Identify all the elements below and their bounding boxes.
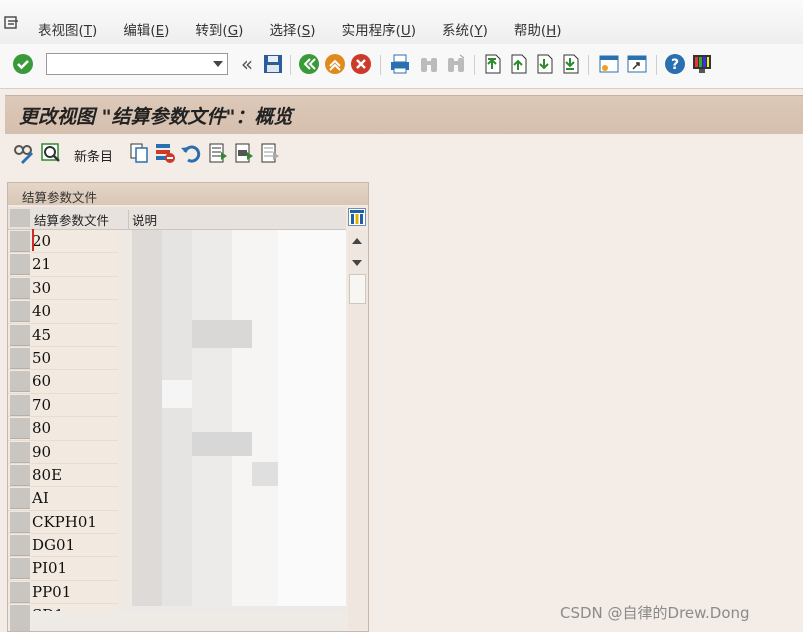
first-page-icon[interactable] [481, 53, 503, 75]
row-selector[interactable] [10, 394, 30, 416]
toolbar-divider [474, 55, 475, 75]
menu-item-1[interactable]: 编辑(E) [123, 19, 169, 39]
row-selector[interactable] [10, 441, 30, 463]
menu-item-3[interactable]: 选择(S) [269, 19, 315, 39]
select-block-icon[interactable] [233, 142, 255, 164]
previous-page-icon[interactable] [507, 53, 529, 75]
table-title-bar: 结算参数文件 [8, 183, 368, 205]
row-selector[interactable] [10, 558, 30, 580]
profile-cell[interactable]: 30 [32, 277, 118, 299]
menu-bar: 表视图(T) 编辑(E) 转到(G) 选择(S) 实用程序(U) 系统(Y) 帮助(H) [0, 0, 803, 44]
row-selector[interactable] [10, 254, 30, 276]
find-next-icon[interactable] [445, 53, 467, 75]
save-icon[interactable] [262, 53, 284, 75]
new-session-icon[interactable] [598, 53, 620, 75]
help-icon[interactable]: ? [664, 53, 686, 75]
display-change-icon[interactable] [13, 142, 35, 164]
command-input[interactable] [49, 55, 213, 75]
last-page-icon[interactable] [559, 53, 581, 75]
profile-cell[interactable]: 40 [32, 300, 118, 322]
column-header-row: 结算参数文件 说明 [8, 207, 346, 230]
collapse-icon[interactable]: « [236, 52, 258, 76]
row-selector[interactable] [10, 464, 30, 486]
next-page-icon[interactable] [533, 53, 555, 75]
profile-cell[interactable]: DG01 [32, 534, 118, 556]
row-selector[interactable] [10, 324, 30, 346]
profile-cell[interactable]: 80 [32, 417, 118, 439]
row-selector[interactable] [10, 418, 30, 440]
title-bar: 更改视图 "结算参数文件"：概览 [5, 95, 803, 134]
profile-cell[interactable]: AI [32, 487, 118, 509]
toolbar-divider [588, 55, 589, 75]
column-header-description[interactable]: 说明 [128, 210, 157, 229]
profile-cell[interactable]: 60 [32, 370, 118, 392]
find-icon[interactable] [418, 53, 440, 75]
profile-cell[interactable]: CKPH01 [32, 511, 118, 533]
profile-cell[interactable]: PI01 [32, 557, 118, 579]
back-icon[interactable] [298, 53, 320, 75]
delete-icon[interactable] [154, 142, 176, 164]
layout-menu-icon[interactable] [691, 53, 713, 75]
shortcut-icon[interactable] [626, 53, 648, 75]
row-selector[interactable] [10, 535, 30, 557]
table-title: 结算参数文件 [22, 190, 98, 205]
display-icon[interactable] [40, 142, 62, 164]
undo-change-icon[interactable] [180, 142, 202, 164]
profile-cell[interactable]: 50 [32, 347, 118, 369]
row-selector[interactable] [10, 347, 30, 369]
profile-cell[interactable]: 21 [32, 253, 118, 275]
table-settings-icon[interactable] [348, 208, 366, 226]
text-cursor [32, 229, 34, 251]
row-selector[interactable] [10, 488, 30, 510]
row-selector[interactable] [10, 231, 30, 252]
select-all-rows-button[interactable] [10, 209, 30, 227]
application-toolbar: 新条目 [0, 137, 803, 171]
page-title: 更改视图 "结算参数文件"：概览 [19, 106, 293, 128]
profile-cell[interactable]: 20 [32, 230, 118, 252]
menu-list: 表视图(T) 编辑(E) 转到(G) 选择(S) 实用程序(U) 系统(Y) 帮助(H) [38, 19, 588, 39]
enter-check-icon[interactable] [12, 53, 34, 75]
column-header-profile[interactable]: 结算参数文件 [34, 210, 109, 229]
exit-icon[interactable] [324, 53, 346, 75]
chevron-down-icon[interactable] [213, 61, 223, 67]
toolbar-divider [380, 55, 381, 75]
watermark: CSDN @自律的Drew.Dong [560, 604, 750, 622]
select-all-icon[interactable] [207, 142, 229, 164]
toolbar-divider [656, 55, 657, 75]
menu-item-0[interactable]: 表视图(T) [38, 19, 97, 39]
scroll-thumb[interactable] [349, 274, 366, 304]
profile-cell[interactable]: 45 [32, 324, 118, 346]
deselect-all-icon[interactable] [259, 142, 281, 164]
command-field[interactable] [46, 53, 228, 75]
vertical-scrollbar[interactable] [348, 230, 368, 630]
print-icon[interactable] [389, 53, 411, 75]
profile-cell[interactable]: 90 [32, 441, 118, 463]
menu-item-5[interactable]: 系统(Y) [442, 19, 488, 39]
new-entries-button[interactable]: 新条目 [74, 146, 113, 165]
profile-cell[interactable]: PP01 [32, 581, 118, 603]
scroll-down-icon[interactable] [352, 260, 362, 266]
menu-item-2[interactable]: 转到(G) [195, 19, 243, 39]
table-control: 结算参数文件 结算参数文件 说明 20 21 30 40 45 50 60 70 80 90 80E… [7, 182, 369, 632]
standard-toolbar: « ? [0, 44, 803, 89]
row-selector[interactable] [10, 277, 30, 299]
copy-as-icon[interactable] [128, 142, 150, 164]
toolbar-divider [290, 55, 291, 75]
profile-cell[interactable]: 70 [32, 394, 118, 416]
row-selector[interactable] [10, 511, 30, 533]
row-selector[interactable] [10, 581, 30, 603]
redacted-description-area [118, 230, 346, 606]
menu-item-4[interactable]: 实用程序(U) [342, 19, 416, 39]
system-menu-icon[interactable] [4, 16, 20, 30]
profile-cell[interactable]: 80E [32, 464, 118, 486]
table-footer [8, 611, 346, 631]
cancel-icon[interactable] [350, 53, 372, 75]
menu-item-6[interactable]: 帮助(H) [514, 19, 562, 39]
row-selector[interactable] [10, 611, 30, 631]
row-selector[interactable] [10, 301, 30, 323]
scroll-up-icon[interactable] [352, 238, 362, 244]
svg-text:?: ? [671, 57, 679, 73]
row-selector[interactable] [10, 371, 30, 393]
